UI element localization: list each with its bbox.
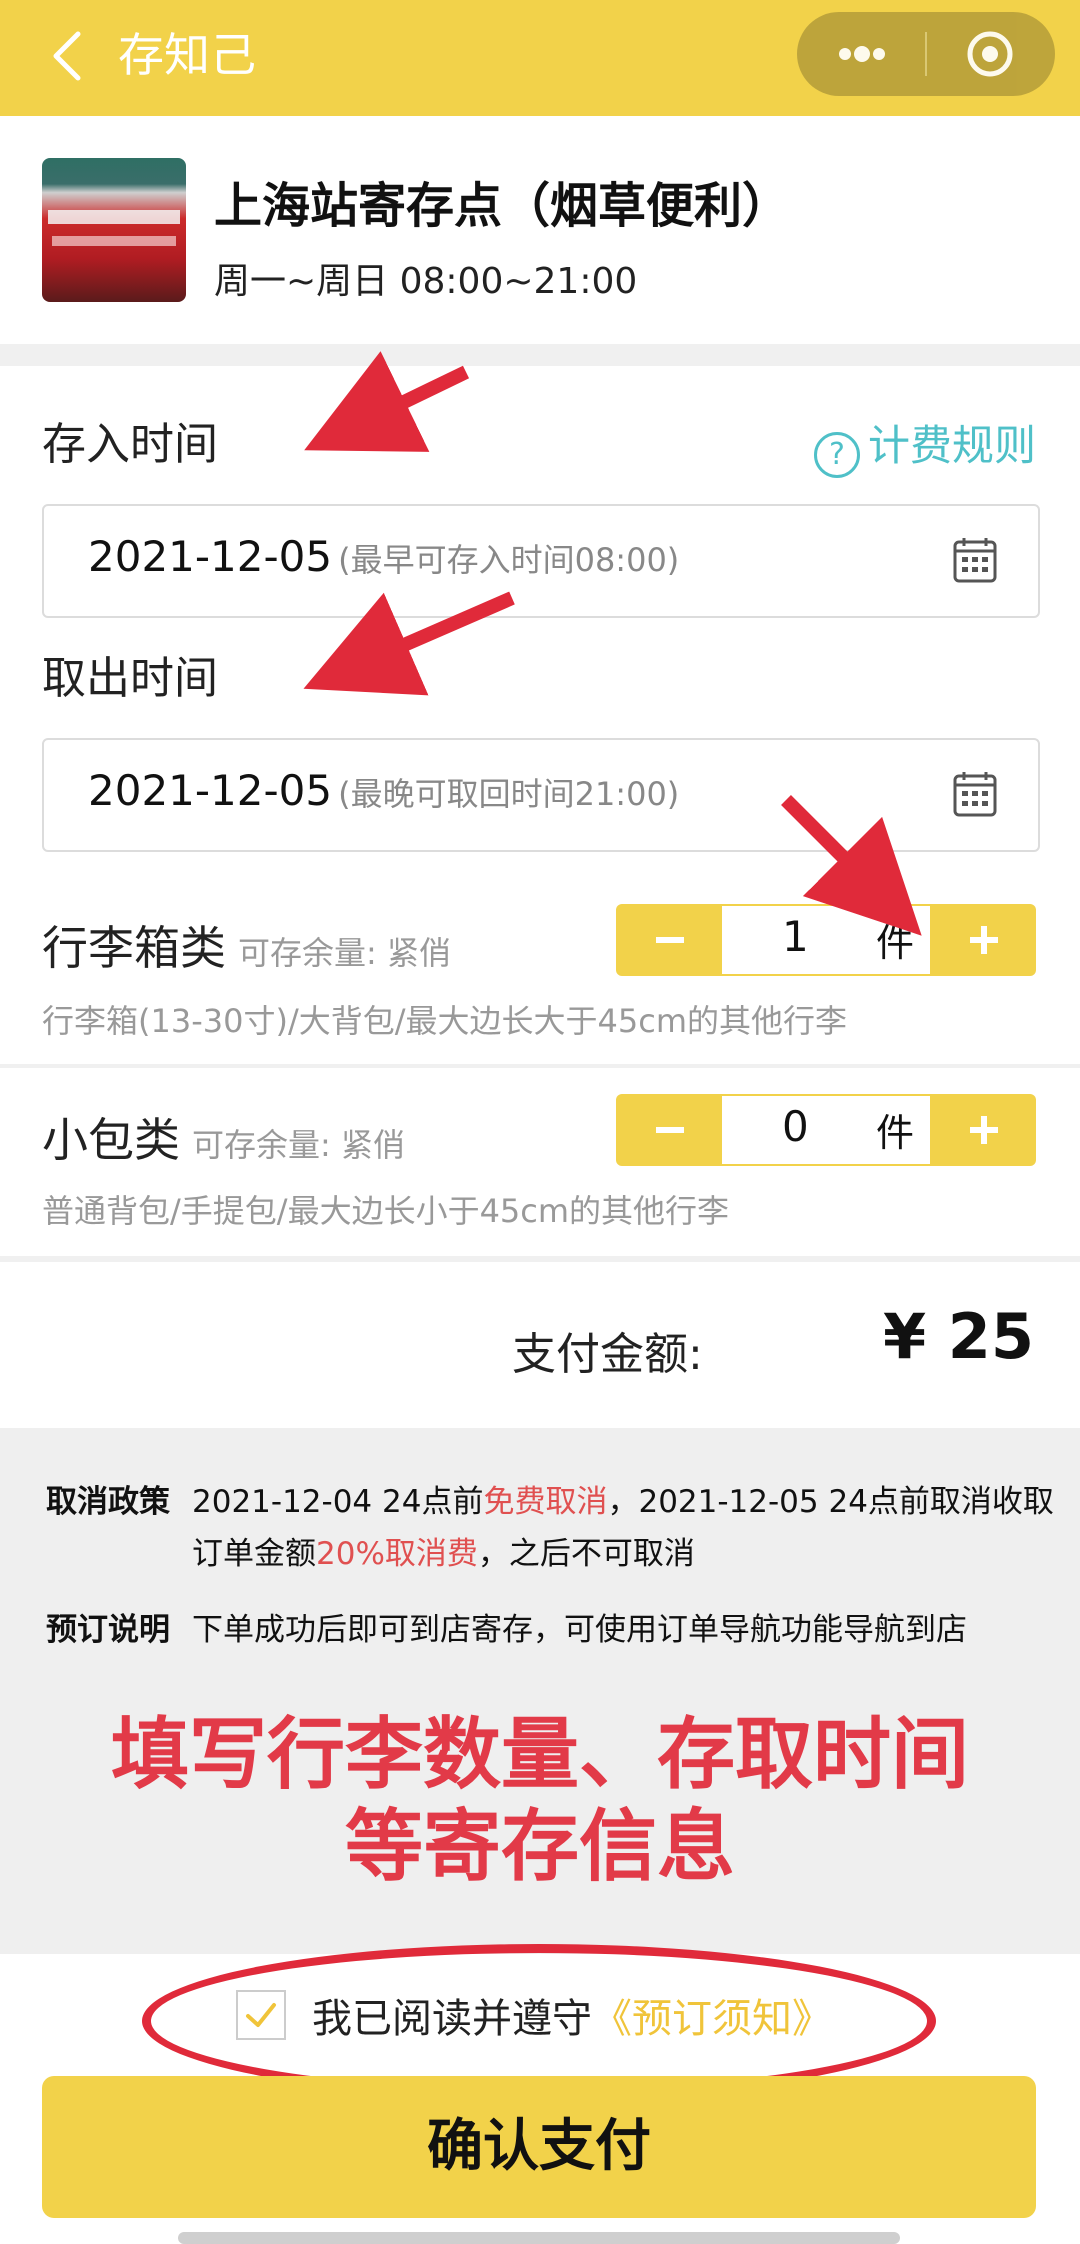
- target-circle-icon[interactable]: [955, 24, 1025, 84]
- small-bag-description: 普通背包/手提包/最大边长小于45cm的其他行李: [42, 1192, 730, 1230]
- chevron-left-icon[interactable]: [40, 26, 100, 86]
- cancel-fee-highlight: 20%取消费: [316, 1536, 478, 1572]
- agreement-checkbox[interactable]: [236, 1990, 286, 2040]
- store-hours: 周一~周日 08:00~21:00: [214, 261, 638, 302]
- small-bag-type-name: 小包类: [42, 1113, 180, 1167]
- booking-note-text: 下单成功后即可到店寄存，可使用订单导航功能导航到店: [192, 1612, 967, 1648]
- booking-note: 预订说明 下单成功后即可到店寄存，可使用订单导航功能导航到店: [46, 1604, 1036, 1660]
- luggage-description: 行李箱(13-30寸)/大背包/最大边长大于45cm的其他行李: [42, 1002, 848, 1040]
- thumbnail-sign: [48, 210, 180, 224]
- cancel-policy-key: 取消政策: [46, 1484, 170, 1520]
- free-cancel-highlight: 免费取消: [483, 1484, 608, 1520]
- luggage-quantity-stepper: 1 件: [616, 904, 1036, 976]
- booking-note-key: 预订说明: [46, 1612, 170, 1648]
- pickup-hint: (最晚可取回时间21:00): [338, 775, 680, 813]
- pickup-date-value: 2021-12-05 (最晚可取回时间21:00): [88, 766, 679, 815]
- deposit-date: 2021-12-05: [88, 532, 333, 581]
- deposit-time-label: 存入时间: [42, 419, 218, 470]
- pickup-date-field[interactable]: 2021-12-05 (最晚可取回时间21:00): [42, 738, 1040, 852]
- cancel-text-1: 2021-12-04 24点前: [192, 1484, 484, 1520]
- cancel-text-3: ，之后不可取消: [477, 1536, 695, 1572]
- question-circle-icon: ?: [813, 432, 860, 478]
- more-dots-icon[interactable]: [827, 24, 897, 84]
- deposit-hint: (最早可存入时间08:00): [338, 541, 680, 579]
- quantity-value: 0: [782, 1102, 809, 1151]
- plus-icon[interactable]: [930, 904, 1036, 976]
- luggage-type-name: 行李箱类: [42, 921, 226, 975]
- minus-icon[interactable]: [616, 904, 722, 976]
- arrow-deposit: [304, 351, 470, 452]
- small-bag-title: 小包类 可存余量: 紧俏: [42, 1104, 405, 1170]
- divider: [0, 1064, 1080, 1068]
- thumbnail-sign-text: [52, 236, 176, 246]
- quantity-unit: 件: [876, 1111, 915, 1155]
- capsule-divider: [925, 32, 927, 76]
- section-gap: [0, 344, 1080, 366]
- page-title: 存知己: [118, 28, 256, 82]
- payment-amount: ¥ 25: [882, 1300, 1034, 1373]
- top-bar: 存知己: [0, 0, 1080, 116]
- deposit-date-value: 2021-12-05 (最早可存入时间08:00): [88, 532, 679, 581]
- small-bag-stock: 可存余量: 紧俏: [192, 1126, 405, 1164]
- quantity-display[interactable]: 0 件: [722, 1096, 930, 1164]
- cancel-policy: 取消政策 2021-12-04 24点前免费取消，2021-12-05 24点前…: [46, 1476, 1054, 1586]
- quantity-value: 1: [782, 912, 809, 961]
- calendar-icon[interactable]: [952, 770, 998, 818]
- minus-icon[interactable]: [616, 1094, 722, 1166]
- booking-terms-link[interactable]: 《预订须知》: [592, 1996, 832, 2042]
- confirm-pay-button[interactable]: 确认支付: [42, 2076, 1036, 2218]
- pickup-date: 2021-12-05: [88, 766, 333, 815]
- store-name: 上海站寄存点（烟草便利）: [214, 178, 791, 234]
- fee-rules-link[interactable]: ? 计费规则: [813, 412, 1036, 478]
- annotation-overlay-line2: 等寄存信息: [344, 1802, 735, 1892]
- store-info: 上海站寄存点（烟草便利） 周一~周日 08:00~21:00: [0, 116, 1080, 344]
- home-indicator: [178, 2232, 900, 2244]
- check-icon: [246, 2003, 276, 2027]
- fee-rules-label: 计费规则: [867, 421, 1036, 470]
- divider: [0, 1256, 1080, 1262]
- payment-label: 支付金额:: [512, 1329, 703, 1380]
- agreement-text: 我已阅读并遵守《预订须知》: [312, 1986, 832, 2044]
- cancel-policy-text: 2021-12-04 24点前免费取消，2021-12-05 24点前取消收取订…: [192, 1476, 1072, 1580]
- agreement-label: 我已阅读并遵守: [312, 1996, 592, 2042]
- deposit-date-field[interactable]: 2021-12-05 (最早可存入时间08:00): [42, 504, 1040, 618]
- luggage-title: 行李箱类 可存余量: 紧俏: [42, 912, 451, 978]
- quantity-unit: 件: [876, 921, 915, 965]
- quantity-display[interactable]: 1 件: [722, 906, 930, 974]
- pickup-time-label: 取出时间: [42, 653, 218, 704]
- luggage-stock: 可存余量: 紧俏: [238, 934, 451, 972]
- small-bag-quantity-stepper: 0 件: [616, 1094, 1036, 1166]
- plus-icon[interactable]: [930, 1094, 1036, 1166]
- mini-program-capsule: [797, 12, 1055, 96]
- store-thumbnail: [42, 158, 186, 302]
- calendar-icon[interactable]: [952, 536, 998, 584]
